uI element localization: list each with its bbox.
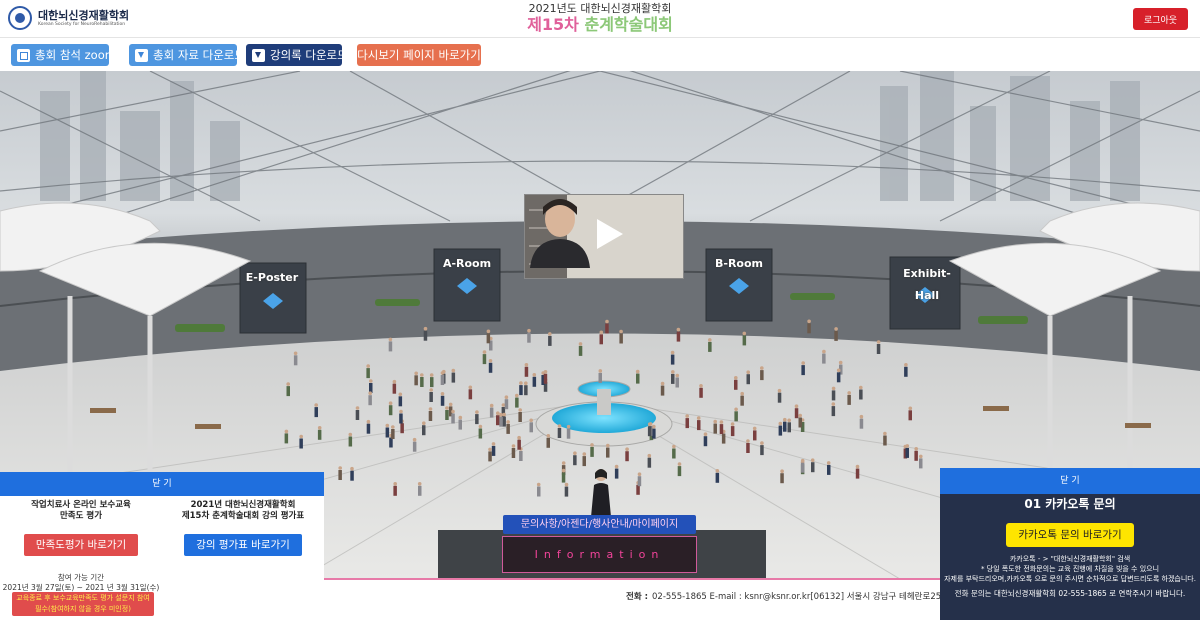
external-link-icon (17, 48, 30, 62)
kakao-instruction: 카카오톡 - > "대한뇌신경재활학회" 검색 (1009, 555, 1131, 563)
room-sign-exhibit-hall[interactable]: Exhibit-Hall (893, 263, 961, 302)
footer-contact-details: 02-555-1865 E-mail : ksnr@ksnr.or.kr[061… (652, 592, 989, 602)
room-sign-a-room[interactable]: A-Room (436, 253, 498, 275)
information-screen[interactable]: Information (502, 536, 697, 573)
evaluation-panel-body: 작업치료사 온라인 보수교육 만족도 평가 만족도평가 바로가기 2021년 대… (0, 496, 324, 620)
action-toolbar: 총회 참석 zoom 총회 자료 다운로드 강의록 다운로드 다시보기 페이지 … (0, 38, 1200, 71)
kakao-panel-title: 01 카카오톡 문의 (1024, 497, 1116, 511)
event-subtitle: 춘계학술대회 (584, 15, 673, 34)
footer-contact: 전화 : 02-555-1865 E-mail : ksnr@ksnr.or.kr… (626, 590, 989, 602)
event-name: 제15차 춘계학술대회 (0, 15, 1200, 35)
kakao-notice-line1: * 당일 폭도한 전화문의는 교육 진행에 차질을 빚을 수 있으니 (980, 565, 1160, 573)
download-icon (135, 48, 148, 62)
lecture-evaluation-button[interactable]: 강의 평가표 바로가기 (184, 534, 302, 556)
phone-inquiry-note: 전화 문의는 대한뇌신경재활학회 02-555-1865 로 연락주시기 바랍니… (954, 589, 1186, 598)
materials-download-button[interactable]: 총회 자료 다운로드 (129, 44, 245, 66)
satisfaction-column: 작업치료사 온라인 보수교육 만족도 평가 만족도평가 바로가기 (0, 500, 162, 556)
notice-line2: 필수(참여하지 않을 경우 미인정) (35, 605, 131, 613)
lecture-eval-title-line2: 제15차 춘계학술대회 강의 평가표 (181, 511, 305, 521)
speaker-image (530, 199, 590, 268)
zoom-join-button[interactable]: 총회 참석 zoom (11, 44, 116, 66)
notice-line1: 교육종료 후 보수교육만족도 평가 설문지 참여 (16, 594, 150, 602)
kakao-notice-line2: 자제를 부탁드리오며,카카오톡 으로 문의 주시면 순차적으로 답변드리도록 하… (944, 575, 1196, 583)
welcome-video-player[interactable] (524, 194, 684, 279)
play-icon[interactable] (591, 217, 623, 251)
top-header: 대한뇌신경재활학회 Korean Society for NeuroRehabi… (0, 0, 1200, 38)
evaluation-panel-close[interactable]: 닫 기 (0, 472, 324, 496)
evaluation-panel: 닫 기 작업치료사 온라인 보수교육 만족도 평가 만족도평가 바로가기 202… (0, 472, 324, 620)
zoom-join-label: 총회 참석 zoom (35, 48, 116, 62)
satisfaction-title-line2: 만족도 평가 (59, 511, 103, 521)
kakao-inquiry-panel: 닫 기 01 카카오톡 문의 카카오톡 문의 바로가기 카카오톡 - > "대한… (940, 468, 1200, 620)
lecture-eval-title-line1: 2021년 대한뇌신경재활학회 (190, 500, 296, 510)
event-session: 제15차 (527, 15, 579, 34)
lecture-download-button[interactable]: 강의록 다운로드 (246, 44, 348, 66)
receptionist-avatar (591, 469, 611, 517)
replay-page-button[interactable]: 다시보기 페이지 바로가기 (357, 44, 481, 66)
satisfaction-title-line1: 작업치료사 온라인 보수교육 (31, 500, 131, 510)
download-icon (252, 48, 265, 62)
kakao-panel-close[interactable]: 닫 기 (940, 468, 1200, 494)
event-year-line: 2021년도 대한뇌신경재활학회 (528, 2, 672, 15)
lecture-download-label: 강의록 다운로드 (270, 48, 348, 62)
materials-download-label: 총회 자료 다운로드 (153, 48, 245, 62)
logout-button[interactable]: 로그아웃 (1133, 8, 1188, 30)
kakao-inquiry-button[interactable]: 카카오톡 문의 바로가기 (1006, 523, 1134, 547)
event-title: 2021년도 대한뇌신경재활학회 제15차 춘계학술대회 (0, 2, 1200, 35)
info-menu-bar[interactable]: 문의사항/아젠다/행사안내/마이페이지 (503, 515, 696, 534)
footer-phone-label: 전화 : (626, 592, 648, 602)
room-sign-b-room[interactable]: B-Room (708, 253, 770, 275)
satisfaction-survey-button[interactable]: 만족도평가 바로가기 (24, 534, 138, 556)
lecture-evaluation-column: 2021년 대한뇌신경재활학회 제15차 춘계학술대회 강의 평가표 강의 평가… (162, 500, 324, 556)
mandatory-survey-notice: 교육종료 후 보수교육만족도 평가 설문지 참여 필수(참여하지 않을 경우 미… (12, 592, 154, 616)
room-sign-e-poster[interactable]: E-Poster (241, 267, 303, 289)
